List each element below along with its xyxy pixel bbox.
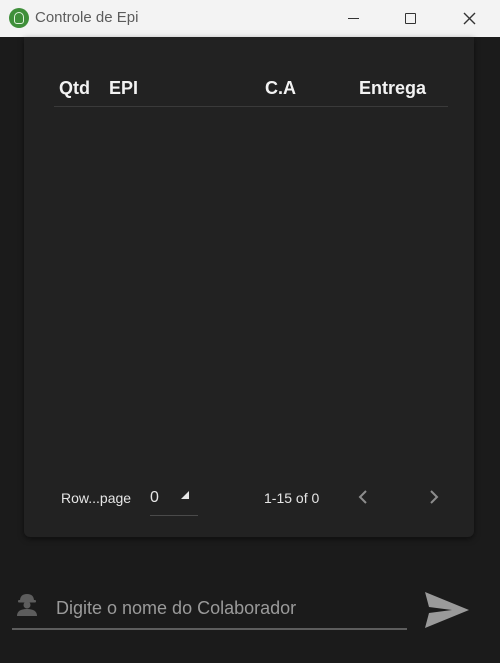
close-button[interactable] bbox=[446, 0, 492, 37]
worker-icon bbox=[17, 594, 37, 616]
title-bar: Controle de Epi bbox=[0, 0, 500, 37]
header-divider bbox=[54, 106, 448, 107]
page-range-text: 1-15 of 0 bbox=[264, 490, 320, 506]
send-icon bbox=[425, 592, 469, 628]
chevron-right-icon bbox=[430, 490, 439, 504]
column-header-ca[interactable]: C.A bbox=[265, 78, 296, 99]
column-header-epi[interactable]: EPI bbox=[109, 78, 138, 99]
rows-per-page-label: Row...page bbox=[61, 490, 132, 506]
colaborador-search-input[interactable] bbox=[12, 588, 407, 630]
column-header-entrega[interactable]: Entrega bbox=[359, 78, 426, 99]
minimize-button[interactable] bbox=[330, 0, 376, 37]
minimize-icon bbox=[347, 17, 359, 20]
close-icon bbox=[463, 12, 475, 25]
window-title: Controle de Epi bbox=[35, 9, 139, 26]
previous-page-button[interactable] bbox=[352, 485, 374, 509]
send-button[interactable] bbox=[421, 588, 473, 632]
maximize-button[interactable] bbox=[387, 0, 433, 37]
column-header-qtd[interactable]: Qtd bbox=[59, 78, 90, 99]
maximize-icon bbox=[404, 13, 416, 24]
app-logo-icon bbox=[9, 8, 29, 28]
epi-table-card bbox=[24, 37, 474, 537]
chevron-left-icon bbox=[358, 490, 367, 504]
dropdown-arrow-icon[interactable] bbox=[181, 491, 189, 499]
next-page-button[interactable] bbox=[423, 485, 445, 509]
rows-per-page-value[interactable]: 0 bbox=[150, 489, 159, 507]
